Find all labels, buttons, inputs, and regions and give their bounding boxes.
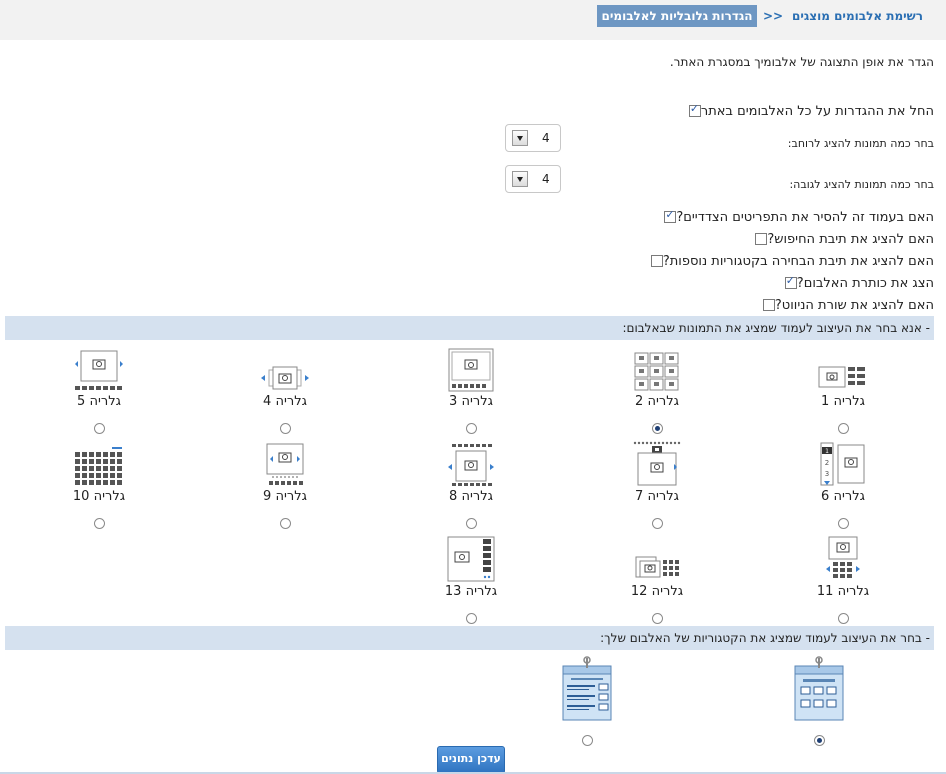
apply-all-row[interactable]: החל את ההגדרות על כל האלבומים באתר — [686, 102, 934, 120]
svg-text:2: 2 — [825, 459, 829, 467]
gallery-name: גלריה 8 — [449, 489, 493, 504]
gallery-slider-icon — [225, 346, 345, 392]
intro-text: הגדר את אופן התצוגה של אלבומיך במסגרת הא… — [669, 55, 934, 69]
gallery-grid-icon — [597, 346, 717, 392]
option-label: האם להציג את שורת הניווט? — [774, 297, 934, 313]
gallery-radio[interactable] — [837, 613, 849, 624]
option-row-album-title[interactable]: הצג את כותרת האלבום? — [782, 274, 934, 292]
width-select[interactable]: 4 — [505, 124, 561, 152]
breadcrumb-link-albums[interactable]: רשימת אלבומים מוצגים — [792, 9, 923, 23]
height-select-label: בחר כמה תמונות להציג לגובה: — [789, 178, 934, 191]
breadcrumb: הגדרות גלובליות לאלבומים >> רשימת אלבומי… — [0, 0, 946, 40]
height-select[interactable]: 4 — [505, 165, 561, 193]
gallery-top-strip-icon — [597, 441, 717, 487]
gallery-radio[interactable] — [651, 518, 663, 529]
breadcrumb-current: הגדרות גלובליות לאלבומים — [597, 5, 757, 27]
option-label: האם בעמוד זה להסיר את התפריטים הצדדיים? — [676, 209, 934, 225]
gallery-option-3[interactable]: גלריה 3 — [411, 346, 531, 437]
gallery-radio[interactable] — [279, 518, 291, 529]
gallery-option-2[interactable]: גלריה 2 — [597, 346, 717, 437]
chevron-down-icon[interactable] — [512, 171, 528, 187]
gallery-name: גלריה 9 — [263, 489, 307, 504]
chevron-down-icon[interactable] — [512, 130, 528, 146]
save-button[interactable]: עדכן נתונים — [437, 746, 505, 774]
section-gallery-header: - אנא בחר את העיצוב לעמוד שמציג את התמונ… — [5, 316, 934, 340]
section-gallery-title: - אנא בחר את העיצוב לעמוד שמציג את התמונ… — [622, 321, 930, 335]
gallery-bottom-grid-icon — [783, 536, 903, 582]
gallery-radio[interactable] — [837, 423, 849, 434]
gallery-option-1[interactable]: גלריה 1 — [783, 346, 903, 437]
gallery-option-9[interactable]: גלריה 9 — [225, 441, 345, 532]
gallery-radio-selected[interactable] — [651, 423, 663, 434]
gallery-option-6[interactable]: 1 2 3 גלריה 6 — [783, 441, 903, 532]
option-label: האם להציג את תיבת החיפוש? — [767, 231, 934, 247]
gallery-option-11[interactable]: גלריה 11 — [783, 536, 903, 627]
option-row-remove-sidemenus[interactable]: האם בעמוד זה להסיר את התפריטים הצדדיים? — [661, 208, 934, 226]
option-checkbox[interactable] — [650, 255, 663, 267]
gallery-radio[interactable] — [279, 423, 291, 434]
gallery-name: גלריה 13 — [444, 584, 498, 599]
gallery-name: גלריה 7 — [635, 489, 679, 504]
gallery-option-12[interactable]: גלריה 12 — [597, 536, 717, 627]
apply-all-checkbox[interactable] — [688, 102, 701, 117]
gallery-name: גלריה 3 — [449, 394, 493, 409]
gallery-name: גלריה 2 — [635, 394, 679, 409]
option-checkbox[interactable] — [755, 233, 768, 245]
gallery-frame-icon — [411, 346, 531, 392]
option-checkbox[interactable] — [664, 208, 677, 223]
section-category-title: - בחר את העיצוב לעמוד שמציג את הקטגוריות… — [600, 631, 930, 645]
svg-text:3: 3 — [825, 470, 829, 478]
width-select-value: 4 — [542, 131, 550, 145]
section-category-header: - בחר את העיצוב לעמוד שמציג את הקטגוריות… — [5, 626, 934, 650]
gallery-radio[interactable] — [465, 613, 477, 624]
gallery-option-7[interactable]: גלריה 7 — [597, 441, 717, 532]
gallery-radio[interactable] — [465, 518, 477, 529]
option-label: האם להציג את תיבת הבחירה בקטגוריות נוספו… — [662, 253, 934, 269]
gallery-side-thumbs-icon — [411, 536, 531, 582]
gallery-name: גלריה 11 — [816, 584, 870, 599]
gallery-vertical-pager-icon: 1 2 3 — [783, 441, 903, 487]
gallery-option-10[interactable]: גלריה 10 — [39, 441, 159, 532]
gallery-name: גלריה 12 — [630, 584, 684, 599]
breadcrumb-separator: >> — [763, 9, 784, 23]
gallery-name: גלריה 4 — [263, 394, 307, 409]
category-radio-selected[interactable] — [813, 735, 825, 746]
gallery-name: גלריה 10 — [72, 489, 126, 504]
gallery-name: גלריה 1 — [821, 394, 865, 409]
category-option-grid[interactable] — [789, 656, 849, 749]
category-grid-icon — [789, 656, 849, 725]
option-row-search-box[interactable]: האם להציג את תיבת החיפוש? — [752, 230, 934, 248]
gallery-radio[interactable] — [93, 518, 105, 529]
gallery-radio[interactable] — [651, 613, 663, 624]
apply-all-label: החל את ההגדרות על כל האלבומים באתר — [700, 103, 934, 119]
gallery-radio[interactable] — [93, 423, 105, 434]
option-label: הצג את כותרת האלבום? — [796, 275, 934, 291]
gallery-list-icon — [783, 346, 903, 392]
gallery-option-4[interactable]: גלריה 4 — [225, 346, 345, 437]
gallery-arrows-strip-icon — [411, 441, 531, 487]
category-radio[interactable] — [581, 735, 593, 746]
svg-text:1: 1 — [825, 448, 829, 455]
gallery-radio[interactable] — [837, 518, 849, 529]
width-select-label: בחר כמה תמונות להציג לרוחב: — [787, 137, 934, 150]
gallery-side-grid-icon — [597, 536, 717, 582]
category-list-icon — [557, 656, 617, 725]
gallery-option-5[interactable]: גלריה 5 — [39, 346, 159, 437]
option-row-nav-bar[interactable]: האם להציג את שורת הניווט? — [760, 296, 934, 314]
gallery-option-13[interactable]: גלריה 13 — [411, 536, 531, 627]
gallery-name: גלריה 6 — [821, 489, 865, 504]
category-option-list[interactable] — [557, 656, 617, 749]
gallery-filmstrip-icon — [39, 346, 159, 392]
gallery-radio[interactable] — [465, 423, 477, 434]
height-select-value: 4 — [542, 172, 550, 186]
option-checkbox[interactable] — [784, 274, 797, 289]
gallery-name: גלריה 5 — [77, 394, 121, 409]
gallery-tiles-icon — [39, 441, 159, 487]
option-checkbox[interactable] — [762, 299, 775, 311]
gallery-option-8[interactable]: גלריה 8 — [411, 441, 531, 532]
gallery-dots-icon — [225, 441, 345, 487]
option-row-category-select[interactable]: האם להציג את תיבת הבחירה בקטגוריות נוספו… — [648, 252, 934, 270]
